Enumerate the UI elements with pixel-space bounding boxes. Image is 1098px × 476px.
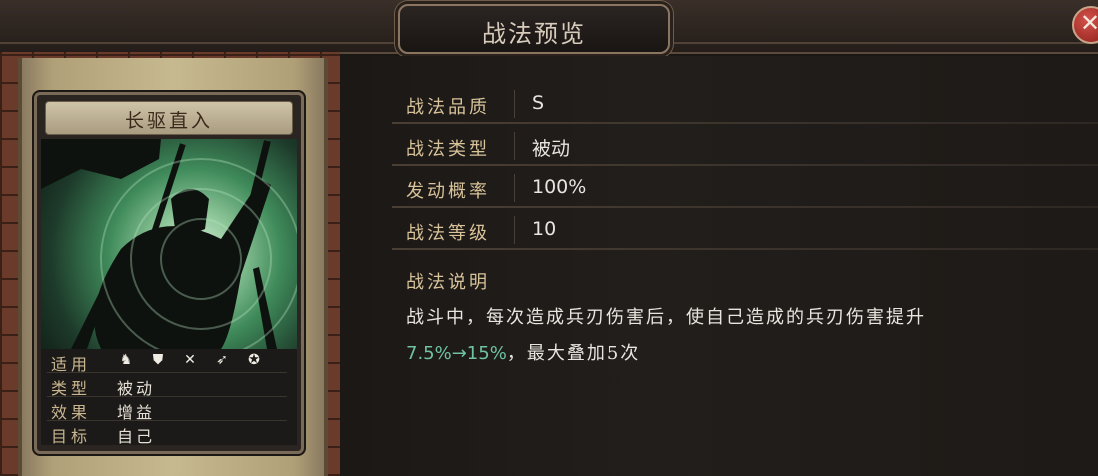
card-name: 长驱直入 — [124, 110, 213, 132]
separator — [514, 216, 515, 244]
divider — [392, 248, 1098, 250]
page-title: 战法预览 — [482, 20, 586, 48]
close-icon: ✕ — [1080, 9, 1098, 37]
attr-label: 战法类型 — [406, 139, 490, 160]
info-row-type: 类型 被动 — [47, 375, 287, 398]
spear-icon: ➶ — [216, 352, 228, 368]
attr-label: 战法品质 — [406, 97, 490, 118]
card-name-plate: 长驱直入 — [45, 101, 293, 135]
separator — [514, 90, 515, 118]
info-value: 自己 — [117, 427, 156, 446]
separator — [514, 174, 515, 202]
separator — [514, 132, 515, 160]
card-info: 适用 ♞ ⛊ ✕ ➶ ✪ 类型 被动 效果 增益 目标 自己 — [41, 349, 297, 446]
divider — [392, 206, 1098, 208]
title-plaque: 战法预览 — [398, 4, 670, 54]
cavalry-icon: ♞ — [119, 352, 133, 368]
unit-icons: ♞ ⛊ ✕ ➶ ✪ — [117, 351, 263, 371]
divider — [47, 420, 287, 421]
attr-row-quality: 战法品质 S — [392, 84, 1098, 124]
description-line-2: 7.5%→15%，最大叠加5次 — [406, 336, 1086, 372]
description-title: 战法说明 — [406, 272, 490, 293]
info-row-target: 目标 自己 — [47, 423, 287, 446]
info-row-effect: 效果 增益 — [47, 399, 287, 422]
divider — [392, 122, 1098, 124]
description-line-2-rest: ，最大叠加5次 — [506, 343, 641, 364]
bow-icon: ✕ — [184, 352, 196, 368]
description-line-1: 战斗中，每次造成兵刃伤害后，使自己造成的兵刃伤害提升 — [406, 307, 926, 328]
attr-value: 被动 — [532, 138, 571, 160]
siege-icon: ✪ — [248, 352, 260, 368]
info-row-applicable: 适用 ♞ ⛊ ✕ ➶ ✪ — [47, 351, 287, 374]
attr-value: 100% — [532, 176, 587, 198]
attr-row-type: 战法类型 被动 — [392, 126, 1098, 166]
attr-label: 战法等级 — [406, 223, 490, 244]
divider — [47, 396, 287, 397]
card-art — [41, 139, 297, 349]
divider — [392, 164, 1098, 166]
attr-value: 10 — [532, 218, 557, 240]
attr-value: S — [532, 92, 545, 114]
shield-icon: ⛊ — [152, 352, 164, 368]
tactic-card: 长驱直入 适用 ♞ ⛊ ✕ ➶ ✪ 类型 被动 效果 增益 目标 自己 — [34, 92, 304, 454]
attr-row-probability: 发动概率 100% — [392, 168, 1098, 208]
description-text: 战斗中，每次造成兵刃伤害后，使自己造成的兵刃伤害提升 7.5%→15%，最大叠加… — [406, 300, 1086, 372]
description-highlight: 7.5%→15% — [406, 343, 507, 364]
attr-label: 发动概率 — [406, 181, 490, 202]
attr-row-level: 战法等级 10 — [392, 210, 1098, 250]
warrior-silhouette — [41, 139, 297, 349]
info-key: 目标 — [51, 427, 92, 446]
divider — [47, 372, 287, 373]
